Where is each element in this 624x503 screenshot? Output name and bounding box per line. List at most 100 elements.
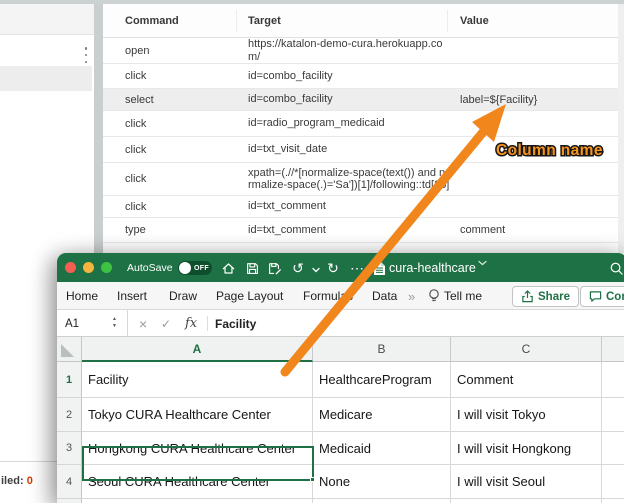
cell-d[interactable] bbox=[602, 499, 624, 503]
cell-d[interactable] bbox=[602, 432, 624, 465]
fx-icon[interactable]: fx bbox=[185, 310, 197, 337]
step-command: click bbox=[125, 111, 146, 136]
table-row[interactable]: type id=txt_comment comment bbox=[103, 218, 618, 243]
test-steps-table: Command Target Value open https://katalo… bbox=[103, 4, 618, 253]
table-row[interactable]: click id=radio_program_medicaid bbox=[103, 111, 618, 137]
step-target: https://katalon-demo-cura.herokuapp.com/ bbox=[248, 38, 453, 63]
cell-a[interactable]: Tokyo CURA Healthcare Center bbox=[82, 398, 313, 432]
cell-a[interactable]: Hongkong CURA Healthcare Center bbox=[82, 432, 313, 465]
tab-formulas[interactable]: Formulas bbox=[303, 282, 353, 310]
step-command: click bbox=[125, 137, 146, 162]
header-target: Target bbox=[248, 4, 453, 37]
zoom-button[interactable] bbox=[101, 262, 112, 273]
tab-insert[interactable]: Insert bbox=[117, 282, 147, 310]
cell-c[interactable] bbox=[451, 499, 602, 503]
sheet-row: 1 Facility HealthcareProgram Comment bbox=[57, 362, 624, 398]
lightbulb-icon bbox=[428, 288, 440, 304]
column-header-a[interactable]: A bbox=[82, 337, 313, 362]
excel-window: AutoSave OFF ↺ ↻ ⋯ cura-health bbox=[57, 253, 624, 503]
more-toolbar-icon[interactable]: ⋯ bbox=[349, 260, 365, 276]
minimize-button[interactable] bbox=[83, 262, 94, 273]
cell-b[interactable]: None bbox=[313, 465, 451, 499]
cancel-icon[interactable]: × bbox=[139, 310, 147, 337]
cell-d[interactable] bbox=[602, 362, 624, 398]
confirm-icon[interactable]: ✓ bbox=[161, 310, 171, 337]
cell-c[interactable]: I will visit Tokyo bbox=[451, 398, 602, 432]
step-target: xpath=(.//*[normalize-space(text()) and … bbox=[248, 163, 453, 195]
select-all-corner[interactable] bbox=[57, 337, 82, 362]
tab-data[interactable]: Data bbox=[372, 282, 397, 310]
cell-name-box[interactable]: A1 ▲▼ bbox=[57, 310, 128, 337]
row-number[interactable]: 2 bbox=[57, 398, 82, 432]
row-number[interactable]: 4 bbox=[57, 465, 82, 499]
formula-content[interactable]: Facility bbox=[215, 310, 256, 337]
table-row[interactable]: select id=combo_facility label=${Facilit… bbox=[103, 89, 618, 111]
excel-ribbon: Home Insert Draw Page Layout Formulas Da… bbox=[57, 282, 624, 310]
step-command: click bbox=[125, 163, 146, 195]
step-target: id=radio_program_medicaid bbox=[248, 111, 453, 136]
comments-button[interactable]: Comm bbox=[580, 286, 624, 307]
tellme-label[interactable]: Tell me bbox=[444, 282, 482, 310]
formula-separator bbox=[207, 316, 208, 331]
tab-page-layout[interactable]: Page Layout bbox=[216, 282, 283, 310]
cell-b[interactable]: Medicare bbox=[313, 398, 451, 432]
step-command: click bbox=[125, 64, 146, 88]
document-icon bbox=[371, 260, 387, 276]
sheet-row: 4 Seoul CURA Healthcare Center None I wi… bbox=[57, 465, 624, 499]
test-case-selected-item[interactable] bbox=[0, 66, 92, 91]
table-row[interactable]: click id=txt_visit_date bbox=[103, 137, 618, 163]
autosave-toggle[interactable]: OFF bbox=[178, 261, 212, 275]
name-box-spinner[interactable]: ▲▼ bbox=[112, 316, 117, 330]
document-title[interactable]: cura-healthcare bbox=[389, 253, 476, 282]
step-value: label=${Facility} bbox=[460, 89, 537, 110]
tab-draw[interactable]: Draw bbox=[169, 282, 197, 310]
save-as-icon[interactable] bbox=[266, 260, 282, 276]
document-title-chevron-icon[interactable] bbox=[478, 260, 487, 266]
cell-c[interactable]: I will visit Hongkong bbox=[451, 432, 602, 465]
table-row[interactable]: click id=txt_comment bbox=[103, 196, 618, 218]
table-row[interactable]: click xpath=(.//*[normalize-space(text()… bbox=[103, 163, 618, 196]
cell-d[interactable] bbox=[602, 398, 624, 432]
home-icon[interactable] bbox=[220, 260, 236, 276]
search-icon[interactable] bbox=[608, 260, 624, 276]
cell-a[interactable]: Facility bbox=[82, 362, 313, 398]
cell-a[interactable] bbox=[82, 499, 313, 503]
header-value: Value bbox=[460, 4, 489, 37]
step-command: open bbox=[125, 38, 149, 63]
failed-value: 0 bbox=[27, 475, 33, 487]
sheet-row: 2 Tokyo CURA Healthcare Center Medicare … bbox=[57, 398, 624, 432]
cell-b[interactable]: HealthcareProgram bbox=[313, 362, 451, 398]
column-header-b[interactable]: B bbox=[313, 337, 451, 362]
table-row[interactable]: open https://katalon-demo-cura.herokuapp… bbox=[103, 38, 618, 64]
sheet-row bbox=[57, 499, 624, 503]
sheet-row: 3 Hongkong CURA Healthcare Center Medica… bbox=[57, 432, 624, 465]
save-icon[interactable] bbox=[244, 260, 260, 276]
step-command: select bbox=[125, 89, 154, 110]
tab-home[interactable]: Home bbox=[66, 282, 98, 310]
cell-b[interactable]: Medicaid bbox=[313, 432, 451, 465]
cell-c[interactable]: I will visit Seoul bbox=[451, 465, 602, 499]
redo-icon[interactable]: ↻ bbox=[325, 260, 341, 276]
undo-icon[interactable]: ↺ bbox=[290, 260, 306, 276]
row-number[interactable]: 1 bbox=[57, 362, 82, 398]
share-button[interactable]: Share bbox=[512, 286, 579, 307]
cell-b[interactable] bbox=[313, 499, 451, 503]
ribbon-overflow-icon[interactable]: » bbox=[408, 282, 415, 310]
table-row[interactable]: click id=combo_facility bbox=[103, 64, 618, 89]
column-header-c[interactable]: C bbox=[451, 337, 602, 362]
spreadsheet-grid: A B C 1 Facility HealthcareProgram Comme… bbox=[57, 337, 624, 503]
close-button[interactable] bbox=[65, 262, 76, 273]
undo-dropdown-icon[interactable] bbox=[308, 262, 324, 278]
kebab-menu-icon[interactable] bbox=[82, 47, 90, 63]
row-number[interactable] bbox=[57, 499, 82, 503]
step-target: id=combo_facility bbox=[248, 89, 453, 110]
screen: iled: 0 Command Target Value open https:… bbox=[0, 0, 624, 503]
cell-c[interactable]: Comment bbox=[451, 362, 602, 398]
row-number[interactable]: 3 bbox=[57, 432, 82, 465]
header-command: Command bbox=[125, 4, 179, 37]
column-header-d[interactable] bbox=[602, 337, 624, 362]
cell-a[interactable]: Seoul CURA Healthcare Center bbox=[82, 465, 313, 499]
step-target: id=txt_comment bbox=[248, 218, 453, 242]
cell-d[interactable] bbox=[602, 465, 624, 499]
panel-divider bbox=[94, 4, 103, 253]
